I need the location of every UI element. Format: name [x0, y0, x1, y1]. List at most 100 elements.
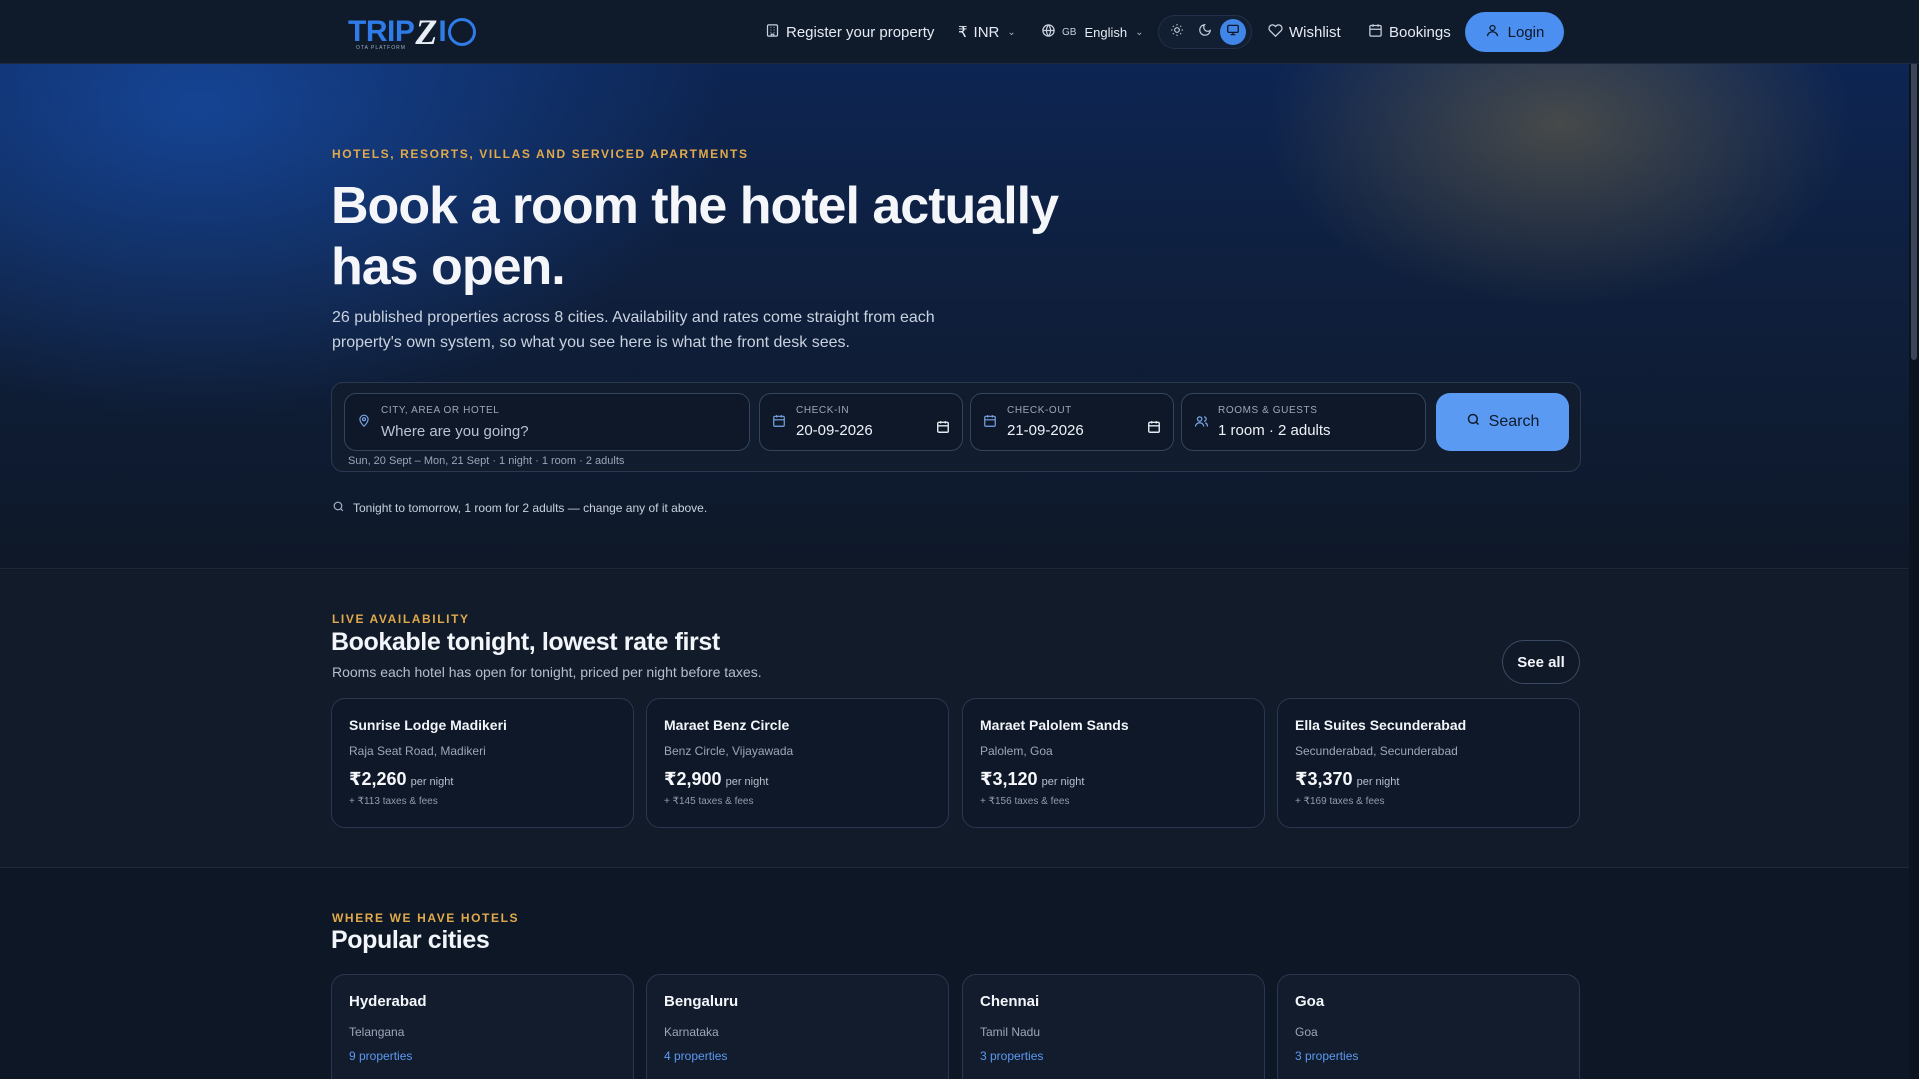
language-label: English [1084, 24, 1128, 40]
login-button[interactable]: Login [1465, 12, 1564, 52]
hotel-name: Maraet Palolem Sands [980, 717, 1129, 733]
checkout-field[interactable]: CHECK-OUT 21-09-2026 [970, 393, 1174, 451]
checkin-field[interactable]: CHECK-IN 20-09-2026 [759, 393, 963, 451]
checkout-label: CHECK-OUT [1007, 405, 1072, 416]
price-value: ₹3,120 [980, 769, 1038, 789]
heart-icon [1268, 23, 1283, 42]
city-name: Chennai [980, 993, 1040, 1010]
price-value: ₹2,260 [349, 769, 407, 789]
hotel-price: ₹2,260 per night [349, 769, 453, 790]
currency-label: INR [973, 23, 1000, 41]
language-selector[interactable]: GB English ⌄ [1041, 12, 1143, 52]
date-picker-icon[interactable] [936, 420, 950, 439]
rooms-guests-field[interactable]: ROOMS & GUESTS 1 room · 2 adults [1181, 393, 1426, 451]
hotel-price: ₹3,370 per night [1295, 769, 1399, 790]
hero-section: HOTELS, RESORTS, VILLAS AND SERVICED APA… [0, 64, 1919, 569]
user-icon [1485, 23, 1500, 42]
hotel-address: Palolem, Goa [980, 744, 1053, 758]
hotel-price: ₹2,900 per night [664, 769, 768, 790]
register-property-link[interactable]: Register your property [765, 12, 934, 52]
see-all-button[interactable]: See all [1502, 640, 1580, 684]
chevron-down-icon: ⌄ [1007, 26, 1016, 38]
chevron-down-icon: ⌄ [1135, 26, 1144, 38]
hero-eyebrow: HOTELS, RESORTS, VILLAS AND SERVICED APA… [332, 147, 749, 161]
city-state: Goa [1295, 1025, 1318, 1039]
hotel-taxes: + ₹113 taxes & fees [349, 796, 438, 807]
theme-toggle [1158, 15, 1252, 49]
live-title: Bookable tonight, lowest rate first [331, 628, 720, 656]
moon-icon [1198, 23, 1212, 42]
register-property-label: Register your property [786, 23, 935, 41]
city-name: Hyderabad [349, 993, 427, 1010]
city-property-count[interactable]: 3 properties [980, 1049, 1043, 1063]
search-button[interactable]: Search [1436, 393, 1569, 451]
checkout-value: 21-09-2026 [1007, 422, 1084, 439]
rupee-icon: ₹ [958, 24, 968, 41]
city-card[interactable]: Bengaluru Karnataka 4 properties [646, 974, 949, 1079]
bookings-link[interactable]: Bookings [1368, 12, 1451, 52]
price-unit: per night [1041, 776, 1085, 788]
language-flag: GB [1062, 26, 1077, 38]
hotel-name: Maraet Benz Circle [664, 717, 790, 733]
city-property-count[interactable]: 3 properties [1295, 1049, 1358, 1063]
page-scrollbar[interactable] [1909, 0, 1919, 1079]
city-state: Karnataka [664, 1025, 719, 1039]
city-card[interactable]: Goa Goa 3 properties [1277, 974, 1580, 1079]
search-summary: Sun, 20 Sept – Mon, 21 Sept · 1 night · … [348, 455, 625, 467]
theme-light-button[interactable] [1164, 19, 1190, 45]
cities-title: Popular cities [331, 926, 490, 954]
date-picker-icon[interactable] [1147, 420, 1161, 439]
hotel-card[interactable]: Sunrise Lodge Madikeri Raja Seat Road, M… [331, 698, 634, 828]
destination-field[interactable]: CITY, AREA OR HOTEL [344, 393, 750, 451]
live-availability-section: LIVE AVAILABILITY Bookable tonight, lowe… [0, 570, 1919, 868]
cities-eyebrow: WHERE WE HAVE HOTELS [332, 911, 520, 925]
city-card[interactable]: Hyderabad Telangana 9 properties [331, 974, 634, 1079]
hero-subtitle: 26 published properties across 8 cities.… [332, 309, 935, 351]
hotel-address: Benz Circle, Vijayawada [664, 744, 794, 758]
price-unit: per night [1356, 776, 1400, 788]
search-panel: CITY, AREA OR HOTEL CHECK-IN 20-09-2026 … [331, 382, 1581, 472]
price-unit: per night [725, 776, 769, 788]
hotel-name: Ella Suites Secunderabad [1295, 717, 1467, 733]
search-hint: Tonight to tomorrow, 1 room for 2 adults… [332, 500, 707, 516]
hotel-taxes: + ₹156 taxes & fees [980, 796, 1070, 807]
hotel-taxes: + ₹145 taxes & fees [664, 796, 754, 807]
theme-dark-button[interactable] [1192, 19, 1218, 45]
brand-logo[interactable]: TRIP Z I OTA PLATFORM [348, 12, 484, 52]
destination-input[interactable] [381, 420, 681, 442]
wishlist-link[interactable]: Wishlist [1268, 12, 1341, 52]
hotel-address: Secunderabad, Secunderabad [1295, 744, 1458, 758]
calendar-icon [772, 414, 786, 433]
hero-title: Book a room the hotel actually has open. [331, 177, 1059, 296]
theme-system-button[interactable] [1220, 19, 1246, 45]
globe-icon [1041, 23, 1056, 41]
search-button-label: Search [1488, 413, 1540, 430]
map-pin-icon [357, 414, 371, 433]
search-icon [332, 500, 345, 516]
live-subtitle: Rooms each hotel has open for tonight, p… [332, 664, 762, 680]
hotel-card[interactable]: Ella Suites Secunderabad Secunderabad, S… [1277, 698, 1580, 828]
price-value: ₹2,900 [664, 769, 722, 789]
currency-selector[interactable]: ₹ INR ⌄ [958, 12, 1016, 52]
checkin-label: CHECK-IN [796, 405, 850, 416]
city-card[interactable]: Chennai Tamil Nadu 3 properties [962, 974, 1265, 1079]
wishlist-label: Wishlist [1289, 23, 1341, 41]
city-property-count[interactable]: 9 properties [349, 1049, 412, 1063]
hotel-card[interactable]: Maraet Benz Circle Benz Circle, Vijayawa… [646, 698, 949, 828]
logo-tagline: OTA PLATFORM [356, 45, 406, 51]
rooms-guests-label: ROOMS & GUESTS [1218, 405, 1318, 416]
hotel-name: Sunrise Lodge Madikeri [349, 717, 507, 733]
login-label: Login [1507, 23, 1545, 41]
city-state: Tamil Nadu [980, 1025, 1041, 1039]
city-name: Goa [1295, 993, 1325, 1010]
building-icon [765, 23, 780, 42]
calendar-icon [1368, 23, 1383, 42]
hotel-card[interactable]: Maraet Palolem Sands Palolem, Goa ₹3,120… [962, 698, 1265, 828]
price-value: ₹3,370 [1295, 769, 1353, 789]
monitor-icon [1226, 23, 1240, 42]
price-unit: per night [410, 776, 454, 788]
users-icon [1194, 414, 1209, 434]
city-property-count[interactable]: 4 properties [664, 1049, 727, 1063]
bookings-label: Bookings [1389, 23, 1451, 41]
city-name: Bengaluru [664, 993, 739, 1010]
